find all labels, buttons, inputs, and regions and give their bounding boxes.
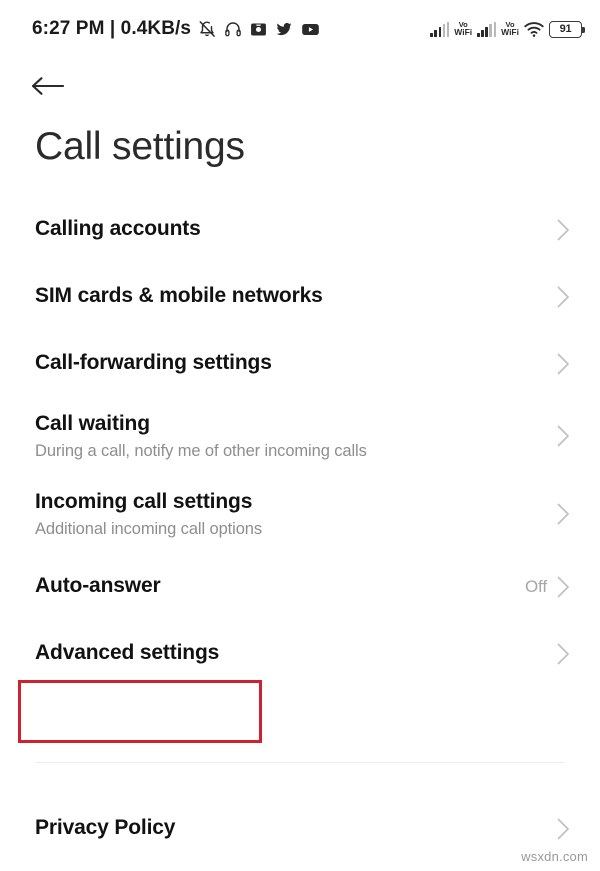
list-item-subtitle: During a call, notify me of other incomi… (35, 442, 367, 461)
bell-off-icon (199, 21, 215, 37)
list-item-sim-cards-mobile-networks[interactable]: SIM cards & mobile networks (0, 263, 600, 330)
chevron-right-icon (557, 643, 569, 664)
row-texts: Incoming call settings Additional incomi… (35, 489, 262, 539)
list-item-title: Calling accounts (35, 217, 201, 241)
row-texts: Calling accounts (35, 216, 201, 242)
settings-list: Calling accounts SIM cards & mobile netw… (0, 196, 600, 687)
list-item-title: Incoming call settings (35, 489, 253, 513)
list-item-title: Privacy Policy (35, 816, 176, 840)
battery-percent-label: 91 (559, 23, 572, 35)
vowifi-indicator-sim2: Vo WiFi (501, 21, 519, 37)
vowifi-indicator-sim1: Vo WiFi (454, 21, 472, 37)
list-item-advanced-settings[interactable]: Advanced settings (0, 620, 600, 687)
list-item-privacy-policy[interactable]: Privacy Policy (0, 795, 600, 862)
phone-screen: 6:27 PM | 0.4KB/s Vo WiFi Vo WiFi 91 Cal… (0, 0, 600, 871)
status-bar-left: 6:27 PM | 0.4KB/s (32, 18, 320, 40)
row-right: Off (525, 576, 570, 598)
list-item-value: Off (524, 576, 547, 596)
row-right (557, 643, 570, 665)
list-item-auto-answer[interactable]: Auto-answer Off (0, 553, 600, 620)
row-right (557, 425, 570, 447)
watermark: wsxdn.com (521, 849, 588, 864)
footer-section: Privacy Policy (0, 795, 600, 862)
page-title: Call settings (35, 125, 245, 168)
signal-bars-sim2-icon (477, 21, 497, 37)
list-item-title: Call waiting (35, 411, 150, 435)
status-bar-right: Vo WiFi Vo WiFi 91 (430, 20, 585, 38)
list-item-title: SIM cards & mobile networks (35, 284, 323, 308)
list-item-title: Auto-answer (35, 574, 161, 598)
row-texts: Call waiting During a call, notify me of… (35, 411, 367, 461)
chevron-right-icon (557, 353, 569, 374)
headphones-icon (225, 22, 241, 37)
chevron-right-icon (557, 219, 569, 240)
chevron-right-icon (557, 576, 569, 597)
section-divider (35, 762, 565, 763)
youtube-icon (302, 23, 319, 35)
chevron-right-icon (557, 286, 569, 307)
annotation-highlight-box (18, 680, 262, 743)
row-texts: Privacy Policy (35, 815, 175, 841)
chevron-right-icon (557, 503, 569, 525)
status-clock: 6:27 PM | 0.4KB/s (32, 18, 192, 39)
list-item-title: Advanced settings (35, 641, 220, 665)
arrow-left-icon (31, 77, 64, 95)
row-texts: Advanced settings (35, 640, 219, 666)
row-right (557, 818, 570, 840)
vowifi-label-line2: WiFi (454, 27, 473, 38)
list-item-title: Call-forwarding settings (35, 351, 272, 375)
list-item-call-forwarding-settings[interactable]: Call-forwarding settings (0, 330, 600, 397)
row-right (557, 353, 570, 375)
row-texts: Auto-answer (35, 573, 161, 599)
row-right (557, 219, 570, 241)
row-texts: Call-forwarding settings (35, 350, 272, 376)
list-item-incoming-call-settings[interactable]: Incoming call settings Additional incomi… (0, 475, 600, 553)
list-item-subtitle: Additional incoming call options (35, 520, 263, 539)
status-bar: 6:27 PM | 0.4KB/s Vo WiFi Vo WiFi 91 (0, 0, 600, 58)
list-item-calling-accounts[interactable]: Calling accounts (0, 196, 600, 263)
wifi-icon (524, 21, 544, 37)
row-texts: SIM cards & mobile networks (35, 283, 323, 309)
row-right (557, 503, 570, 525)
screenshot-icon (251, 22, 267, 36)
list-item-call-waiting[interactable]: Call waiting During a call, notify me of… (0, 397, 600, 475)
back-button[interactable] (30, 64, 78, 108)
chevron-right-icon (557, 425, 569, 447)
twitter-icon (276, 22, 292, 36)
chevron-right-icon (557, 818, 569, 839)
vowifi-label-line2: WiFi (501, 27, 519, 38)
row-right (557, 286, 570, 308)
status-notification-icons (198, 20, 320, 39)
signal-bars-sim1-icon (430, 21, 450, 37)
battery-indicator: 91 (549, 20, 585, 38)
